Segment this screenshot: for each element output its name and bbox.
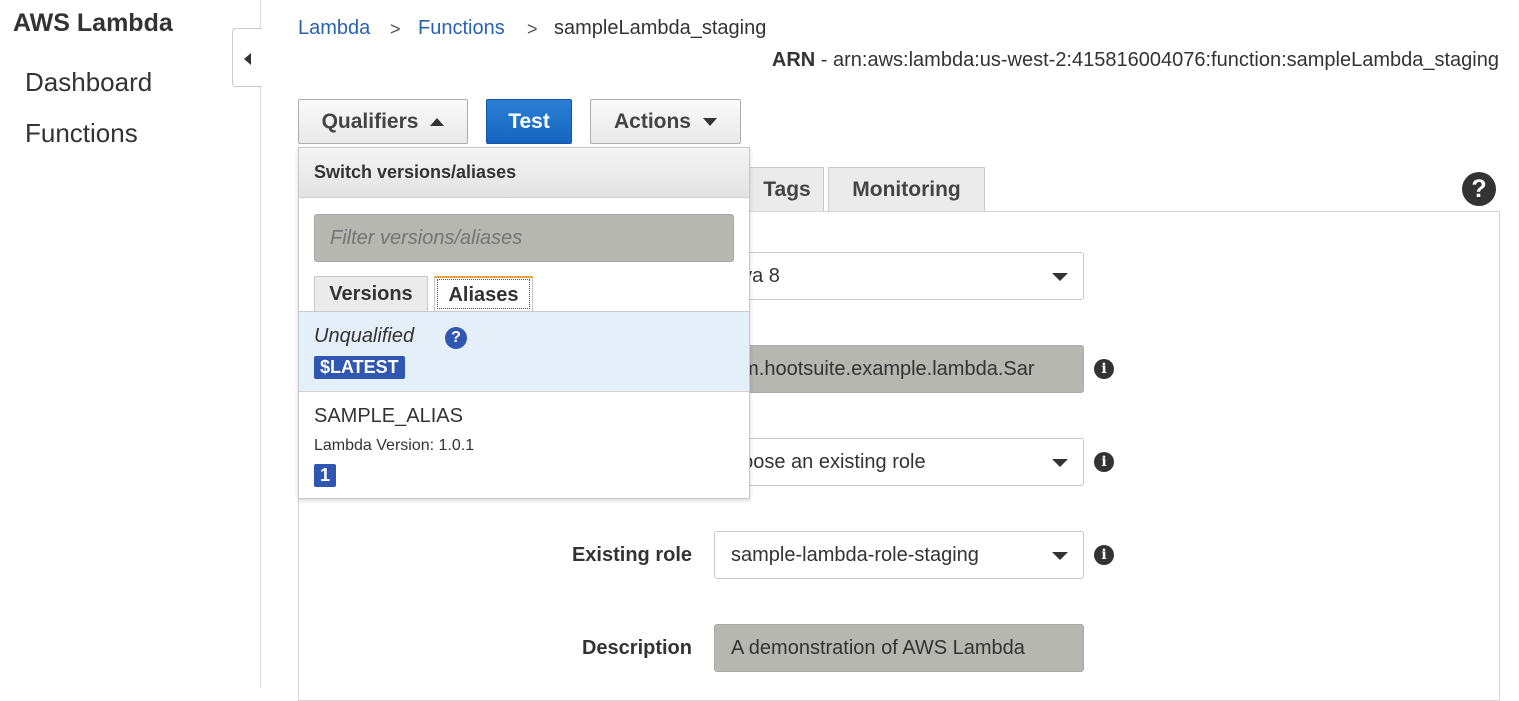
breadcrumb-separator-icon: > xyxy=(390,19,401,39)
handler-value: om.hootsuite.example.lambda.Sar xyxy=(731,357,1035,380)
description-input[interactable]: A demonstration of AWS Lambda xyxy=(714,624,1084,672)
caret-down-icon xyxy=(703,117,717,126)
existing-role-label: Existing role xyxy=(571,544,692,566)
qualifiers-button[interactable]: Qualifiers xyxy=(298,99,468,144)
description-label: Description xyxy=(581,637,692,659)
dropdown-arrow-icon xyxy=(1052,273,1068,281)
chevron-left-icon xyxy=(244,53,251,65)
breadcrumb-current: sampleLambda_staging xyxy=(554,17,767,39)
sidebar-item-functions[interactable]: Functions xyxy=(25,118,138,149)
tab-aliases[interactable]: Aliases xyxy=(434,276,533,312)
sidebar: AWS Lambda Dashboard Functions xyxy=(0,0,261,688)
info-icon[interactable]: i xyxy=(1094,545,1114,565)
version-badge: 1 xyxy=(314,464,337,487)
arn-value: - arn:aws:lambda:us-west-2:415816004076:… xyxy=(815,49,1499,71)
qualifiers-label: Qualifiers xyxy=(321,109,419,133)
dropdown-header: Switch versions/aliases xyxy=(299,148,749,198)
tab-monitoring[interactable]: Monitoring xyxy=(828,167,985,212)
info-icon[interactable]: i xyxy=(1094,452,1114,472)
breadcrumb-lambda[interactable]: Lambda xyxy=(298,17,370,40)
item-subtitle: Lambda Version: 1.0.1 xyxy=(314,437,475,454)
qualifiers-dropdown: Switch versions/aliases Versions Aliases… xyxy=(298,147,750,499)
actions-label: Actions xyxy=(613,109,691,133)
handler-input[interactable]: om.hootsuite.example.lambda.Sar xyxy=(714,345,1084,393)
function-arn: ARN - arn:aws:lambda:us-west-2:415816004… xyxy=(772,49,1499,72)
help-icon[interactable]: ? xyxy=(1462,172,1496,206)
dropdown-arrow-icon xyxy=(1052,552,1068,560)
description-value: A demonstration of AWS Lambda xyxy=(731,636,1025,659)
collapse-sidebar-button[interactable] xyxy=(232,28,262,87)
latest-badge: $LATEST xyxy=(314,356,405,379)
arn-label: ARN xyxy=(771,49,816,71)
sidebar-item-dashboard[interactable]: Dashboard xyxy=(25,67,152,98)
app-title: AWS Lambda xyxy=(13,9,173,37)
existing-role-select[interactable]: sample-lambda-role-staging xyxy=(714,531,1084,579)
test-button[interactable]: Test xyxy=(486,99,572,144)
breadcrumb-functions[interactable]: Functions xyxy=(418,17,505,40)
filter-versions-input[interactable] xyxy=(314,214,734,262)
item-title: Unqualified xyxy=(314,325,415,347)
info-icon[interactable]: i xyxy=(1094,359,1114,379)
runtime-select[interactable]: ava 8 xyxy=(714,252,1084,300)
role-select[interactable]: hoose an existing role xyxy=(714,438,1084,486)
help-icon[interactable]: ? xyxy=(445,327,467,349)
qualifier-item-sample-alias[interactable]: SAMPLE_ALIAS Lambda Version: 1.0.1 1 xyxy=(299,393,749,498)
role-value: hoose an existing role xyxy=(731,450,926,473)
dropdown-arrow-icon xyxy=(1052,459,1068,467)
qualifier-item-unqualified[interactable]: Unqualified ? $LATEST xyxy=(299,312,749,392)
caret-up-icon xyxy=(430,117,445,126)
actions-button[interactable]: Actions xyxy=(590,99,741,144)
existing-role-value: sample-lambda-role-staging xyxy=(731,543,979,566)
breadcrumb-separator-icon: > xyxy=(527,19,538,39)
item-title: SAMPLE_ALIAS xyxy=(314,405,463,427)
tab-versions[interactable]: Versions xyxy=(314,276,428,312)
